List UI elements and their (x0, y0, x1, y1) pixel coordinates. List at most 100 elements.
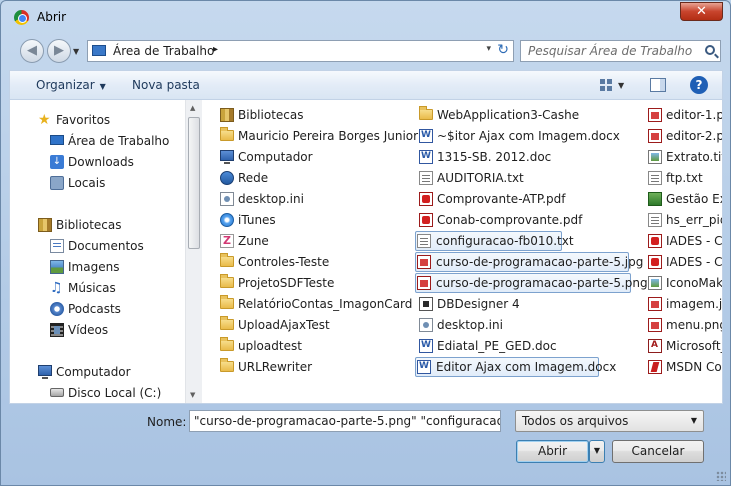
file-name: DBDesigner 4 (437, 297, 520, 311)
chrome-icon (14, 10, 29, 25)
address-dropdown-icon[interactable]: ▾ (486, 44, 491, 54)
dbdesigner-icon (419, 297, 433, 311)
text-file-icon (648, 213, 662, 227)
word-icon (419, 150, 433, 164)
file-name: desktop.ini (437, 318, 503, 332)
back-button[interactable]: ◀ (20, 39, 44, 63)
file-name: Microsoft_I (666, 339, 722, 353)
png-icon (648, 318, 662, 332)
network-icon (220, 171, 234, 185)
disk-icon (50, 388, 64, 397)
folder-icon (220, 253, 234, 267)
title-bar: Abrir ✕ (1, 1, 730, 31)
window-title: Abrir (37, 10, 67, 24)
pdf-icon (419, 192, 433, 206)
open-button[interactable]: Abrir (516, 440, 589, 463)
file-name: Comprovante-ATP.pdf (437, 192, 566, 206)
pdf-icon (648, 360, 662, 374)
navigation-pane: ★ Favoritos Área de Trabalho ↓ Downloads… (10, 100, 185, 403)
nav-item-label: Podcasts (68, 302, 121, 316)
open-dialog: Abrir ✕ ◀ ▶ ▼ Área de Trabalho ▸ ▾ ↻ Pes… (0, 0, 731, 486)
file-name: ftp.txt (666, 171, 703, 185)
settings-file-icon (419, 318, 433, 332)
recent-pages-icon[interactable]: ▼ (73, 47, 79, 56)
folder-icon (220, 295, 234, 309)
file-name: Ediatal_PE_GED.doc (437, 339, 557, 353)
library-icon (220, 108, 234, 122)
help-icon[interactable]: ? (690, 76, 708, 94)
access-icon (648, 339, 662, 353)
folder-icon (220, 127, 234, 141)
jpg-icon (417, 255, 431, 269)
file-name: WebApplication3-Cashe (437, 108, 580, 122)
search-placeholder: Pesquisar Área de Trabalho (528, 44, 693, 58)
file-name: URLRewriter (238, 360, 313, 374)
file-name: iTunes (238, 213, 276, 227)
nav-item-label: Vídeos (68, 323, 109, 337)
nav-pane-scrollbar[interactable]: ▲ ▼ (185, 100, 202, 403)
word-icon (417, 360, 431, 374)
word-icon (419, 129, 433, 143)
command-toolbar: Organizar ▼ Nova pasta ▼ ? (9, 70, 723, 100)
file-name: IADES - CO (666, 255, 722, 269)
open-options-dropdown[interactable]: ▼ (589, 440, 605, 463)
videos-icon (50, 323, 64, 337)
folder-icon (419, 106, 433, 120)
music-icon: ♫ (50, 280, 63, 296)
file-name: Conab-comprovante.pdf (437, 213, 583, 227)
file-name: curso-de-programacao-parte-5.png (436, 276, 648, 290)
tif-icon (648, 150, 662, 164)
close-button[interactable]: ✕ (680, 2, 723, 21)
nav-item-label: Área de Trabalho (68, 134, 170, 148)
scroll-down-icon[interactable]: ▼ (190, 391, 195, 399)
preview-pane-icon[interactable] (650, 78, 666, 92)
search-input[interactable]: Pesquisar Área de Trabalho (520, 40, 721, 62)
breadcrumb-chevron-icon[interactable]: ▸ (213, 44, 218, 55)
file-name: hs_err_pid8 (666, 213, 722, 227)
list-item-selected[interactable]: curso-de-programacao-parte-5.png (415, 273, 648, 293)
scroll-up-icon[interactable]: ▲ (190, 104, 195, 112)
images-icon (50, 260, 64, 274)
nav-item-label: Downloads (68, 155, 134, 169)
scrollbar-thumb[interactable] (188, 117, 200, 249)
organize-menu[interactable]: Organizar ▼ (36, 78, 106, 92)
search-icon[interactable] (705, 45, 715, 55)
png-icon (648, 108, 662, 122)
places-icon (50, 176, 64, 190)
list-item-selected[interactable]: curso-de-programacao-parte-5.jpg (415, 252, 643, 272)
view-options-icon[interactable] (600, 79, 612, 91)
organize-label: Organizar (36, 78, 95, 92)
address-bar[interactable]: Área de Trabalho ▸ ▾ ↻ (87, 40, 514, 62)
file-name: Editor Ajax com Imagem.docx (436, 360, 617, 374)
nav-item-label: Músicas (68, 281, 116, 295)
file-name: UploadAjaxTest (238, 318, 330, 332)
file-name: curso-de-programacao-parte-5.jpg (436, 255, 644, 269)
address-path[interactable]: Área de Trabalho (113, 44, 214, 58)
file-name-label: Nome: (147, 415, 187, 429)
itunes-icon (220, 213, 234, 227)
cancel-button[interactable]: Cancelar (612, 440, 704, 463)
file-name: menu.png (666, 318, 722, 332)
file-name-input[interactable]: "curso-de-programacao-parte-5.png" "conf… (189, 410, 501, 432)
new-folder-button[interactable]: Nova pasta (132, 78, 200, 92)
file-name: IconoMake (666, 276, 722, 290)
file-name: Bibliotecas (238, 108, 304, 122)
settings-file-icon (220, 192, 234, 206)
nav-item-label: Locais (68, 176, 106, 190)
app-icon (648, 276, 662, 290)
file-type-select[interactable]: Todos os arquivos ▼ (515, 410, 704, 432)
resize-grip-icon[interactable] (716, 471, 726, 481)
documents-icon (50, 239, 64, 253)
list-item-selected[interactable]: Editor Ajax com Imagem.docx (415, 357, 616, 377)
podcasts-icon (50, 302, 64, 316)
view-dropdown-icon[interactable]: ▼ (618, 81, 624, 90)
nav-item-label: Documentos (68, 239, 144, 253)
desktop-icon (92, 45, 106, 56)
star-icon: ★ (38, 112, 51, 128)
list-item-selected[interactable]: configuracao-fb010.txt (415, 231, 574, 251)
file-name: Mauricio Pereira Borges Junior (238, 129, 419, 143)
refresh-icon[interactable]: ↻ (497, 42, 509, 58)
pdf-icon (648, 234, 662, 248)
nav-item-label: Computador (56, 365, 131, 379)
forward-button[interactable]: ▶ (47, 39, 71, 63)
